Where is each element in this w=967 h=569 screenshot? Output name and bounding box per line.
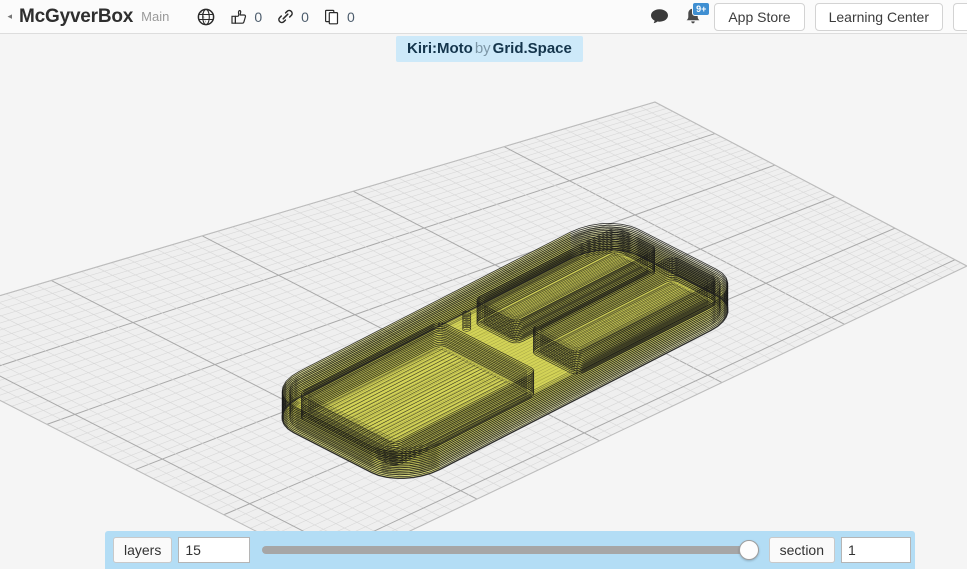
slicing-control-bar: layers section xyxy=(105,531,915,569)
layer-slider[interactable] xyxy=(262,537,759,563)
workspace-label: Main xyxy=(141,9,170,24)
layers-button[interactable]: layers xyxy=(113,537,173,563)
bell-badge-count: 9+ xyxy=(692,1,711,16)
layer-slider-handle[interactable] xyxy=(738,540,759,560)
section-button[interactable]: section xyxy=(768,537,835,563)
links-count: 0 xyxy=(301,8,309,25)
learning-center-button[interactable]: Learning Center xyxy=(814,2,943,31)
copy-icon xyxy=(323,8,341,26)
chat-bubble-icon[interactable] xyxy=(649,7,670,26)
3d-viewport[interactable] xyxy=(0,34,967,569)
kirimoto-app-window: ◂ McGyverBox Main 0 0 0 9+ App Store Lea… xyxy=(0,0,967,569)
layer-slider-track[interactable] xyxy=(262,546,759,554)
globe-icon xyxy=(197,8,215,26)
thumbs-up-icon xyxy=(229,8,248,26)
build-plate-scene xyxy=(0,34,967,569)
likes-stat[interactable]: 0 xyxy=(229,8,262,26)
plate-and-model-svg xyxy=(0,101,967,569)
kirimoto-by-text: by xyxy=(474,40,491,57)
layers-value-input[interactable] xyxy=(178,537,251,563)
header-left-edge-stub[interactable]: ◂ xyxy=(0,0,14,34)
app-store-button[interactable]: App Store xyxy=(714,2,805,31)
copies-count: 0 xyxy=(346,8,355,25)
notifications-bell[interactable]: 9+ xyxy=(682,1,711,28)
likes-count: 0 xyxy=(254,8,263,25)
visibility-globe-stat[interactable] xyxy=(197,8,215,26)
kirimoto-product-name: Kiri:Moto xyxy=(407,40,473,57)
kirimoto-credit-banner[interactable]: Kiri:Moto by Grid.Space xyxy=(396,36,583,62)
section-value-input[interactable] xyxy=(841,537,911,563)
copies-stat[interactable]: 0 xyxy=(323,8,355,26)
header-right-group: 9+ App Store Learning Center xyxy=(649,0,967,34)
page-title: McGyverBox xyxy=(19,5,134,27)
links-stat[interactable]: 0 xyxy=(276,8,309,26)
link-icon xyxy=(276,8,295,26)
chevron-left-icon: ◂ xyxy=(7,11,12,21)
kirimoto-vendor-name: Grid.Space xyxy=(492,40,572,57)
header-overflow-button-cut[interactable] xyxy=(953,2,967,31)
top-header-bar: ◂ McGyverBox Main 0 0 0 9+ App Store Lea… xyxy=(0,0,967,34)
header-stats-group: 0 0 0 xyxy=(197,8,355,26)
